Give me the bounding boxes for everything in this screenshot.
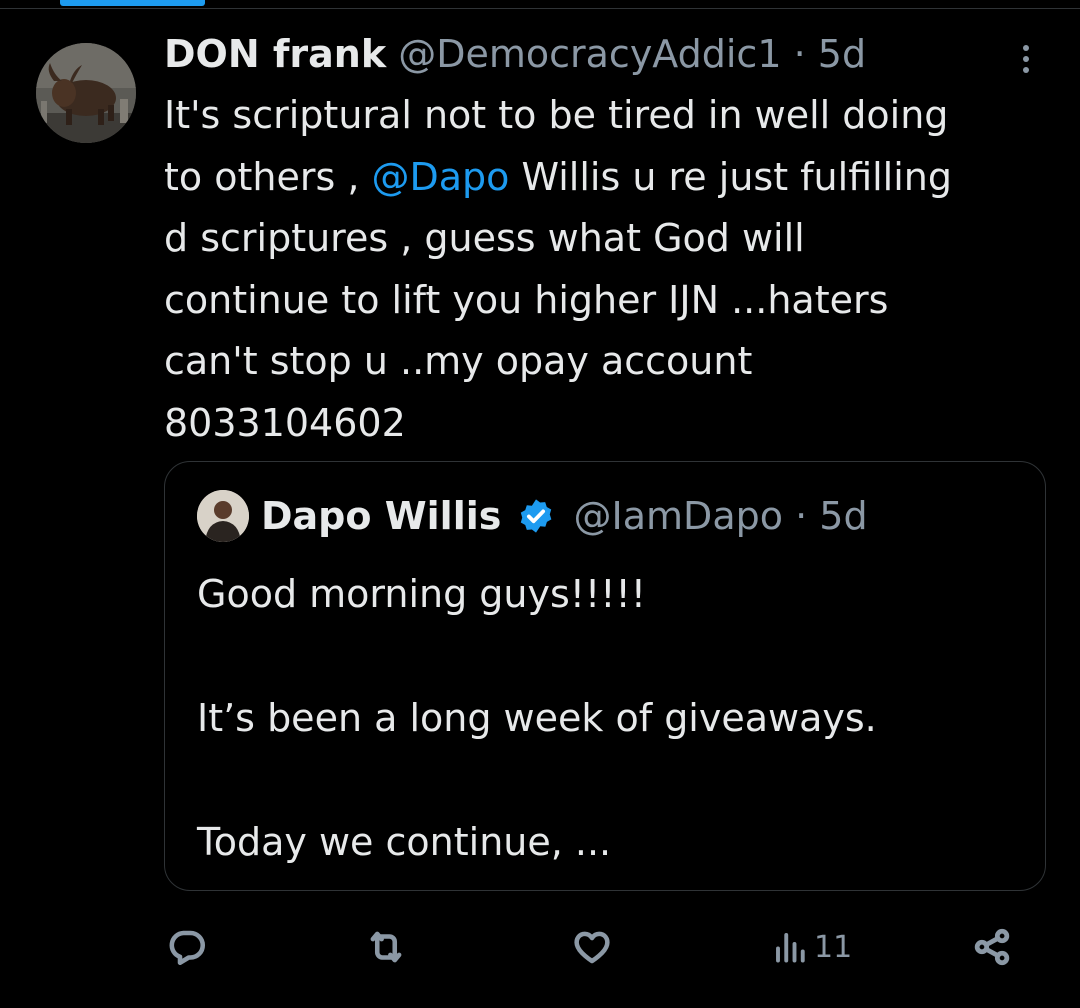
separator-dot: · — [793, 32, 806, 76]
bull-statue-image — [36, 43, 136, 143]
views-button[interactable]: 11 — [772, 917, 852, 977]
tweet-text: It's scriptural not to be tired in well … — [164, 85, 1044, 454]
top-bar — [0, 0, 1080, 8]
like-button[interactable] — [571, 917, 613, 977]
quoted-display-name[interactable]: Dapo Willis — [261, 494, 501, 538]
text-segment: Willis u re just fulfilling — [509, 154, 953, 199]
reply-button[interactable] — [166, 917, 208, 977]
tweet-text-line: continue to lift you higher IJN ...hater… — [164, 277, 889, 322]
quoted-handle[interactable]: @IamDapo — [574, 494, 783, 538]
more-options-icon[interactable] — [1014, 39, 1038, 79]
reply-icon — [169, 930, 206, 966]
timestamp[interactable]: 5d — [818, 32, 866, 76]
quoted-timestamp[interactable]: 5d — [819, 494, 867, 538]
display-name[interactable]: DON frank — [164, 32, 386, 76]
person-photo-image — [197, 490, 249, 542]
text-segment: to others , — [164, 154, 372, 199]
tweet-text-line: 8033104602 — [164, 400, 406, 445]
active-tab-indicator — [60, 0, 205, 6]
quoted-tweet[interactable]: Dapo Willis @IamDapo · 5d Good morning g… — [164, 461, 1046, 891]
tweet[interactable]: DON frank @DemocracyAddic1 · 5d It's scr… — [0, 9, 1080, 1008]
tweet-text-line: to others , @Dapo Willis u re just fulfi… — [164, 147, 1044, 209]
share-icon — [974, 928, 1010, 966]
avatar[interactable] — [36, 43, 136, 143]
retweet-button[interactable] — [364, 917, 408, 977]
quoted-text-line: Good morning guys!!!!! — [197, 572, 646, 616]
quoted-text-line: It’s been a long week of giveaways. — [197, 696, 877, 740]
action-bar: 11 — [0, 917, 1080, 977]
tweet-text-line: d scriptures , guess what God will — [164, 216, 805, 260]
like-icon — [574, 931, 610, 964]
tweet-text-line: can't stop u ..my opay account — [164, 339, 753, 383]
quoted-text-line — [197, 625, 1017, 687]
quoted-text-line — [197, 749, 1017, 811]
user-handle[interactable]: @DemocracyAddic1 — [398, 32, 781, 76]
retweet-icon — [370, 931, 402, 963]
verified-badge-icon — [521, 499, 552, 533]
separator-dot: · — [795, 494, 808, 538]
quoted-text-line: Today we continue, ... — [197, 820, 612, 864]
quoted-avatar[interactable] — [197, 490, 249, 542]
share-button[interactable] — [970, 917, 1014, 977]
quoted-header: Dapo Willis @IamDapo · 5d — [261, 491, 868, 541]
mention-link[interactable]: @Dapo — [372, 155, 510, 199]
tweet-text-line: It's scriptural not to be tired in well … — [164, 93, 949, 137]
views-icon — [776, 933, 805, 963]
quoted-text: Good morning guys!!!!! It’s been a long … — [197, 563, 1017, 873]
views-count: 11 — [814, 929, 853, 965]
tweet-header: DON frank @DemocracyAddic1 · 5d — [164, 29, 866, 79]
